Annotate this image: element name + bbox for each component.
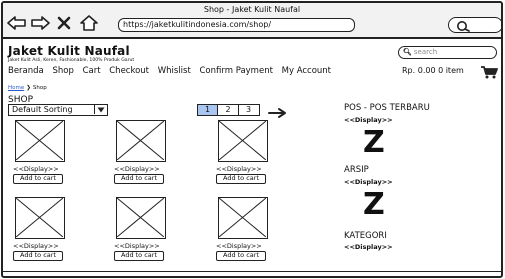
breadcrumb-home-link[interactable]: Home xyxy=(8,85,24,91)
close-icon[interactable] xyxy=(54,13,74,33)
category-display: <<Display>> xyxy=(344,243,393,251)
menu-item-beranda[interactable]: Beranda xyxy=(8,66,44,76)
site-search-input[interactable]: 🔍︎ search xyxy=(398,46,497,59)
recent-posts-placeholder-glyph: Z xyxy=(363,125,385,160)
page-2-button[interactable]: 2 xyxy=(217,104,239,116)
menu-item-confirm-payment[interactable]: Confirm Payment xyxy=(200,66,273,76)
product-image-placeholder[interactable] xyxy=(116,120,166,162)
cart-summary[interactable]: Rp. 0.00 0 item xyxy=(402,66,464,75)
archive-placeholder-glyph: Z xyxy=(363,187,385,222)
forward-arrow-icon[interactable] xyxy=(30,13,50,33)
site-name[interactable]: Jaket Kulit Naufal xyxy=(8,44,130,58)
add-to-cart-button[interactable]: Add to cart xyxy=(216,174,266,184)
address-bar[interactable]: https://jaketkulitindonesia.com/shop/ xyxy=(118,18,355,32)
add-to-cart-button[interactable]: Add to cart xyxy=(13,174,63,184)
browser-search-field[interactable] xyxy=(448,17,501,33)
product-image-placeholder[interactable] xyxy=(218,197,268,239)
product-display-label: <<Display>> xyxy=(13,165,59,173)
status-bar-divider xyxy=(3,271,501,272)
archive-display: <<Display>> xyxy=(344,178,393,186)
add-to-cart-button[interactable]: Add to cart xyxy=(216,251,266,261)
product-image-placeholder[interactable] xyxy=(218,120,268,162)
product-image-placeholder[interactable] xyxy=(15,197,65,239)
chevron-right-icon: ❯ xyxy=(26,85,31,91)
resize-grip-icon[interactable] xyxy=(491,271,501,276)
menu-item-whislist[interactable]: Whislist xyxy=(158,66,191,76)
menu-item-my-account[interactable]: My Account xyxy=(282,66,331,76)
menu-item-cart[interactable]: Cart xyxy=(83,66,101,76)
back-arrow-icon[interactable] xyxy=(7,13,27,33)
sorting-select-value: Default Sorting xyxy=(12,105,73,114)
breadcrumb: Home ❯ Shop xyxy=(8,85,47,91)
recent-posts-display: <<Display>> xyxy=(344,116,393,124)
archive-title: ARSIP xyxy=(344,165,369,175)
menu-item-checkout[interactable]: Checkout xyxy=(109,66,149,76)
product-image-placeholder[interactable] xyxy=(15,120,65,162)
chevron-down-icon[interactable] xyxy=(94,105,107,114)
product-display-label: <<Display>> xyxy=(216,165,262,173)
menu-item-shop[interactable]: Shop xyxy=(52,66,73,76)
product-display-label: <<Display>> xyxy=(114,165,160,173)
main-menu: Beranda Shop Cart Checkout Whislist Conf… xyxy=(8,66,337,76)
home-icon[interactable] xyxy=(79,13,99,33)
add-to-cart-button[interactable]: Add to cart xyxy=(114,251,164,261)
site-search-placeholder: search xyxy=(413,48,438,56)
breadcrumb-current: Shop xyxy=(32,85,47,91)
page-1-button[interactable]: 1 xyxy=(196,104,219,116)
site-tagline: Jaket Kulit Asli, Keren, Fashionable, 10… xyxy=(8,58,135,63)
product-display-label: <<Display>> xyxy=(114,242,160,250)
pagination: 1 2 3 xyxy=(196,104,260,116)
browser-titlebar: Shop - Jaket Kulit Naufal https://jaketk… xyxy=(3,3,501,39)
product-image-placeholder[interactable] xyxy=(116,197,166,239)
shopping-cart-icon[interactable] xyxy=(480,64,498,83)
search-icon xyxy=(457,21,470,32)
page-3-button[interactable]: 3 xyxy=(237,104,260,116)
browser-window: Shop - Jaket Kulit Naufal https://jaketk… xyxy=(1,1,503,278)
product-display-label: <<Display>> xyxy=(216,242,262,250)
product-display-label: <<Display>> xyxy=(13,242,59,250)
sorting-select[interactable]: Default Sorting xyxy=(8,104,108,116)
add-to-cart-button[interactable]: Add to cart xyxy=(13,251,63,261)
window-title: Shop - Jaket Kulit Naufal xyxy=(203,5,301,14)
category-title: KATEGORI xyxy=(344,231,387,241)
add-to-cart-button[interactable]: Add to cart xyxy=(114,174,164,184)
recent-posts-title: POS - POS TERBARU xyxy=(344,103,430,113)
next-page-arrow-icon[interactable] xyxy=(268,104,288,123)
search-icon: 🔍︎ xyxy=(403,48,412,56)
